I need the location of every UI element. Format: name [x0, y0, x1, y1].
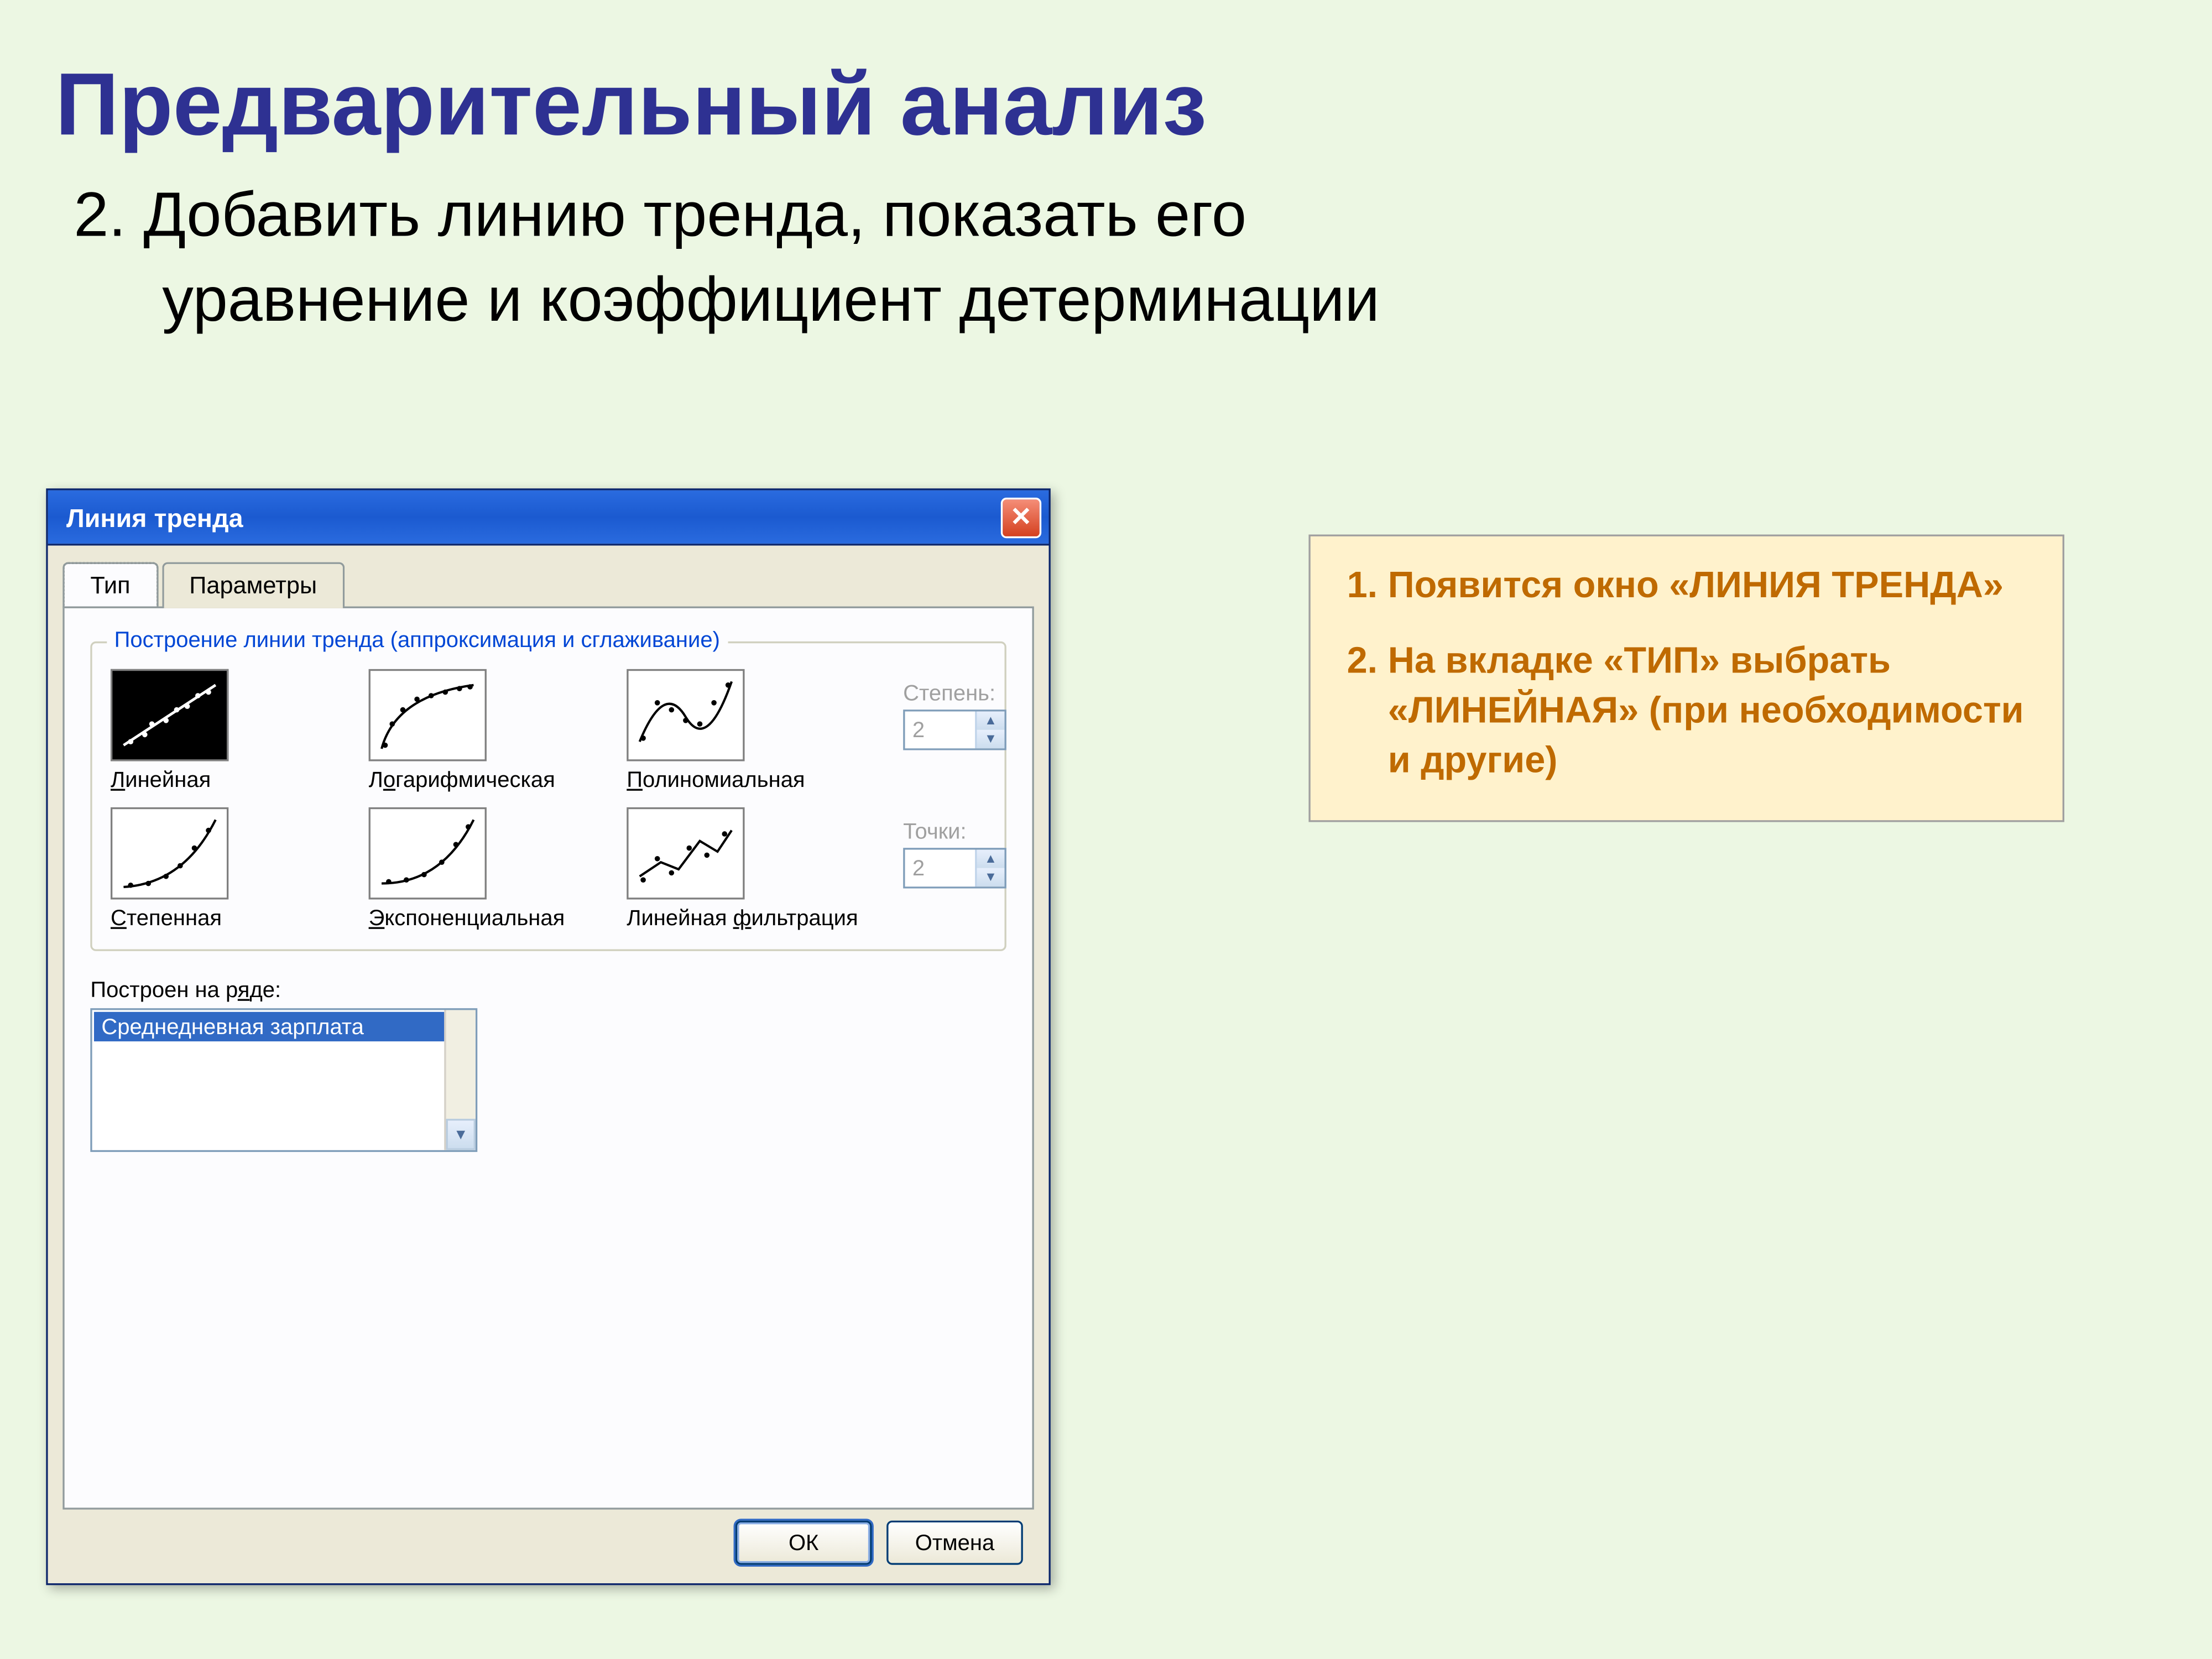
- points-input[interactable]: [905, 850, 975, 887]
- subtitle-line2: уравнение и коэффициент детерминации: [74, 260, 2156, 345]
- label-poly: Полиномиальная: [627, 767, 805, 793]
- dialog-titlebar[interactable]: Линия тренда ✕: [48, 491, 1049, 546]
- label-power: Степенная: [111, 905, 222, 931]
- close-icon: ✕: [1010, 502, 1032, 533]
- degree-spinner[interactable]: ▲ ▼: [903, 709, 1006, 750]
- option-exp[interactable]: [369, 807, 487, 900]
- listbox-scrollbar[interactable]: ▼: [444, 1010, 476, 1150]
- trendline-dialog: Линия тренда ✕ Тип Параметры Построение …: [46, 488, 1050, 1585]
- tab-params[interactable]: Параметры: [161, 562, 345, 608]
- label-exp: Экспоненциальная: [369, 905, 565, 931]
- subtitle-line1: 2. Добавить линию тренда, показать его: [74, 181, 1246, 251]
- tab-panel-type: Построение линии тренда (аппроксимация и…: [62, 607, 1034, 1510]
- note-item-2: На вкладке «ТИП» выбрать «ЛИНЕЙНАЯ» (при…: [1388, 638, 2033, 787]
- label-movavg: Линейная фильтрация: [627, 905, 858, 931]
- dialog-tabs: Тип Параметры: [62, 560, 1034, 606]
- degree-up-icon[interactable]: ▲: [977, 712, 1004, 730]
- option-power[interactable]: [111, 807, 228, 900]
- option-linear[interactable]: [111, 669, 228, 761]
- close-button[interactable]: ✕: [1001, 497, 1041, 537]
- points-up-icon[interactable]: ▲: [977, 850, 1004, 868]
- power-icon: [112, 809, 227, 898]
- exp-icon: [371, 809, 485, 898]
- note-item-1: Появится окно «ЛИНИЯ ТРЕНДА»: [1388, 562, 2033, 612]
- points-spinner[interactable]: ▲ ▼: [903, 848, 1006, 888]
- cancel-button[interactable]: Отмена: [886, 1521, 1023, 1565]
- label-log: Логарифмическая: [369, 767, 555, 793]
- points-label: Точки:: [903, 818, 1006, 844]
- movavg-icon: [629, 809, 743, 898]
- poly-icon: [629, 671, 743, 759]
- ok-button[interactable]: ОК: [735, 1521, 872, 1565]
- option-poly[interactable]: [627, 669, 744, 761]
- linear-icon: [112, 671, 227, 759]
- series-label: Построен на ряде:: [90, 977, 1006, 1003]
- series-item-selected[interactable]: Среднедневная зарплата: [94, 1012, 474, 1041]
- points-down-icon[interactable]: ▼: [977, 868, 1004, 886]
- degree-down-icon[interactable]: ▼: [977, 730, 1004, 748]
- degree-label: Степень:: [903, 680, 1006, 706]
- log-icon: [371, 671, 485, 759]
- scroll-down-icon[interactable]: ▼: [446, 1119, 476, 1150]
- trend-type-group: Построение линии тренда (аппроксимация и…: [90, 641, 1006, 951]
- degree-input[interactable]: [905, 712, 975, 749]
- dialog-title: Линия тренда: [66, 502, 243, 531]
- option-log[interactable]: [369, 669, 487, 761]
- slide-title: Предварительный анализ: [0, 0, 2212, 156]
- option-movavg[interactable]: [627, 807, 744, 900]
- slide-subtitle: 2. Добавить линию тренда, показать его у…: [0, 156, 2212, 344]
- tab-type[interactable]: Тип: [62, 562, 158, 608]
- label-linear: Линейная: [111, 767, 211, 793]
- series-listbox[interactable]: Среднедневная зарплата ▼: [90, 1008, 477, 1152]
- group-title: Построение линии тренда (аппроксимация и…: [107, 627, 727, 653]
- instruction-callout: Появится окно «ЛИНИЯ ТРЕНДА» На вкладке …: [1308, 535, 2064, 822]
